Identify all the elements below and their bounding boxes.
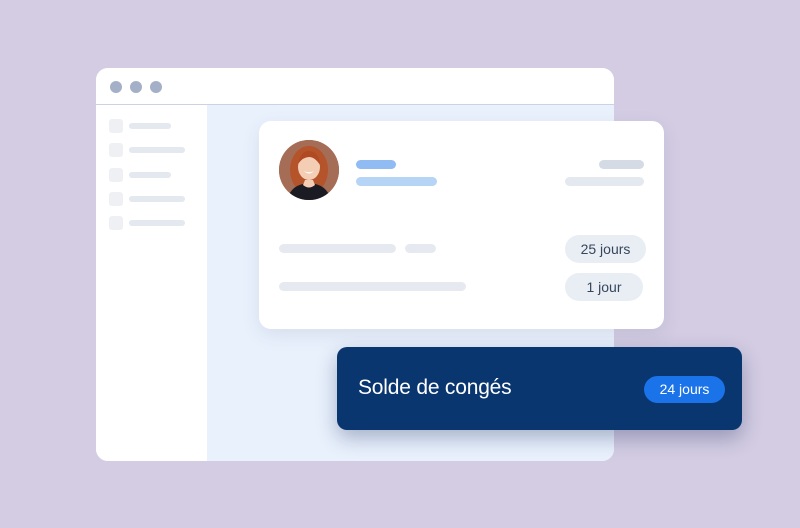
sidebar-item[interactable]	[109, 216, 185, 230]
row-label-placeholder	[405, 244, 436, 253]
sidebar-item[interactable]	[109, 168, 171, 182]
sidebar-item-placeholder	[129, 147, 185, 153]
sidebar-item-icon	[109, 168, 123, 182]
employee-name-placeholder	[356, 160, 396, 169]
sidebar-item[interactable]	[109, 143, 185, 157]
window-maximize-dot[interactable]	[150, 81, 162, 93]
sidebar-item-icon	[109, 192, 123, 206]
leave-balance-title: Solde de congés	[358, 376, 512, 399]
sidebar-item[interactable]	[109, 192, 185, 206]
sidebar	[96, 105, 207, 461]
days-pending-badge: 1 jour	[565, 273, 643, 301]
sidebar-item-icon	[109, 143, 123, 157]
sidebar-item[interactable]	[109, 119, 171, 133]
person-photo-icon	[279, 140, 339, 200]
days-taken-badge: 25 jours	[565, 235, 646, 263]
header-meta-placeholder	[599, 160, 644, 169]
window-titlebar	[96, 68, 614, 105]
sidebar-item-placeholder	[129, 172, 171, 178]
row-label-placeholder	[279, 282, 466, 291]
window-minimize-dot[interactable]	[130, 81, 142, 93]
employee-role-placeholder	[356, 177, 437, 186]
window-close-dot[interactable]	[110, 81, 122, 93]
sidebar-item-placeholder	[129, 196, 185, 202]
leave-balance-badge: 24 jours	[644, 376, 725, 403]
sidebar-item-icon	[109, 119, 123, 133]
sidebar-item-placeholder	[129, 220, 185, 226]
header-meta-sub-placeholder	[565, 177, 644, 186]
sidebar-item-placeholder	[129, 123, 171, 129]
leave-balance-card: Solde de congés 24 jours	[337, 347, 742, 430]
employee-card: 25 jours 1 jour	[259, 121, 664, 329]
row-label-placeholder	[279, 244, 396, 253]
sidebar-item-icon	[109, 216, 123, 230]
